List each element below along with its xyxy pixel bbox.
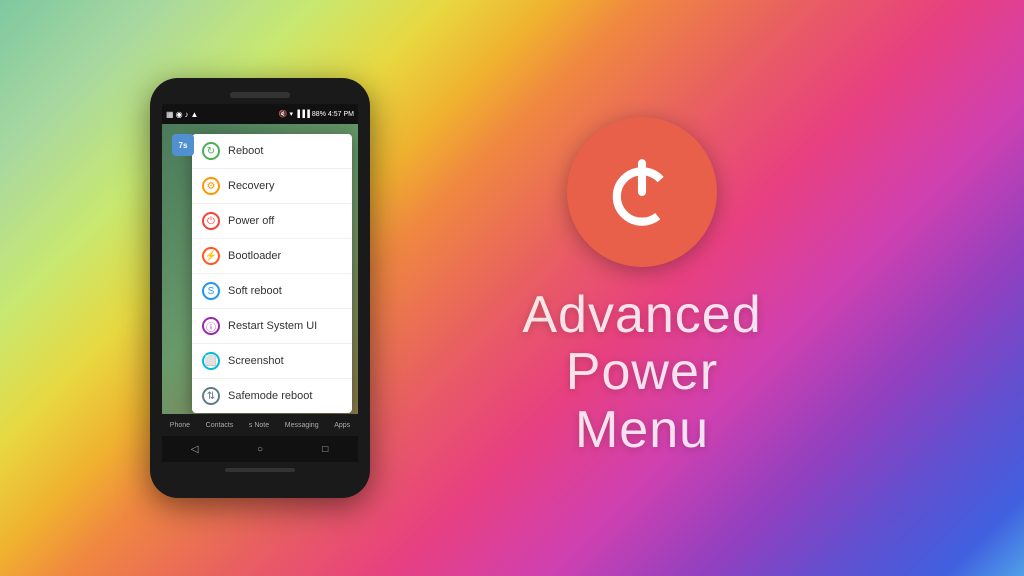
phone-device: ▦ ◉ ♪ ▲ 🔇 ▾ ▐▐▐ 88% 4:57 PM [150, 78, 370, 498]
phone-speaker [230, 92, 290, 98]
menu-item-label: Recovery [228, 180, 274, 192]
status-right: 🔇 ▾ ▐▐▐ 88% 4:57 PM [279, 110, 354, 118]
phone-container: ▦ ◉ ♪ ▲ 🔇 ▾ ▐▐▐ 88% 4:57 PM [150, 78, 370, 498]
power-circle [567, 117, 717, 267]
menu-item-icon: ⏻ [202, 212, 220, 230]
menu-item-icon: ⚙ [202, 177, 220, 195]
menu-item[interactable]: ⓘ Restart System UI [192, 309, 352, 344]
menu-item-label: Power off [228, 215, 274, 227]
menu-item-icon: ⬜ [202, 352, 220, 370]
nav-bar: ◁ ○ □ [162, 436, 358, 462]
menu-item[interactable]: ↻ Reboot [192, 134, 352, 169]
status-bar: ▦ ◉ ♪ ▲ 🔇 ▾ ▐▐▐ 88% 4:57 PM [162, 104, 358, 124]
menu-item[interactable]: ⬜ Screenshot [192, 344, 352, 379]
app-tabs: Phone Contacts s Note Messaging Apps [162, 414, 358, 436]
status-battery: 88% [312, 111, 326, 118]
app-tab[interactable]: Phone [170, 422, 190, 429]
home-button[interactable]: ○ [253, 442, 267, 456]
status-icon-1: ▦ [166, 110, 174, 119]
menu-item-label: Bootloader [228, 250, 281, 262]
menu-item[interactable]: ⏻ Power off [192, 204, 352, 239]
back-button[interactable]: ◁ [188, 442, 202, 456]
title-line-1: Advanced [522, 287, 761, 344]
status-time: 4:57 PM [328, 111, 354, 118]
phone-screen: ▦ ◉ ♪ ▲ 🔇 ▾ ▐▐▐ 88% 4:57 PM [162, 104, 358, 414]
menu-item-icon: S [202, 282, 220, 300]
menu-item-label: Restart System UI [228, 320, 317, 332]
status-left: ▦ ◉ ♪ ▲ [166, 110, 198, 119]
recent-button[interactable]: □ [318, 442, 332, 456]
menu-item-label: Safemode reboot [228, 390, 312, 402]
power-menu: ↻ Reboot ⚙ Recovery ⏻ Power off ⚡ Bootloader S So… [192, 134, 352, 413]
app-tab[interactable]: s Note [249, 422, 269, 429]
phone-home-bar [225, 468, 295, 472]
title-block: Advanced Power Menu [522, 287, 761, 459]
menu-badge: 7s [172, 134, 194, 156]
menu-item[interactable]: ⚙ Recovery [192, 169, 352, 204]
status-mute: 🔇 [279, 110, 288, 118]
menu-item-icon: ↻ [202, 142, 220, 160]
menu-item-icon: ⓘ [202, 317, 220, 335]
status-signal: ▐▐▐ [295, 111, 310, 118]
menu-item[interactable]: ⇅ Safemode reboot [192, 379, 352, 413]
app-tab[interactable]: Messaging [285, 422, 319, 429]
menu-item-icon: ⇅ [202, 387, 220, 405]
title-line-2: Power [522, 344, 761, 401]
status-icon-2: ◉ [176, 110, 183, 119]
menu-item[interactable]: ⚡ Bootloader [192, 239, 352, 274]
menu-item-label: Screenshot [228, 355, 284, 367]
menu-item[interactable]: S Soft reboot [192, 274, 352, 309]
menu-item-label: Soft reboot [228, 285, 282, 297]
power-icon [597, 147, 687, 237]
status-icon-3: ♪ [185, 110, 189, 119]
status-wifi: ▾ [290, 110, 294, 118]
menu-item-icon: ⚡ [202, 247, 220, 265]
app-tab[interactable]: Contacts [206, 422, 234, 429]
menu-item-label: Reboot [228, 145, 263, 157]
title-line-3: Menu [522, 402, 761, 459]
status-icon-4: ▲ [191, 110, 199, 119]
main-content: ▦ ◉ ♪ ▲ 🔇 ▾ ▐▐▐ 88% 4:57 PM [0, 0, 1024, 576]
screen-background: 7s ↻ Reboot ⚙ Recovery ⏻ Power off ⚡ Bootloader… [162, 124, 358, 414]
app-tab[interactable]: Apps [334, 422, 350, 429]
